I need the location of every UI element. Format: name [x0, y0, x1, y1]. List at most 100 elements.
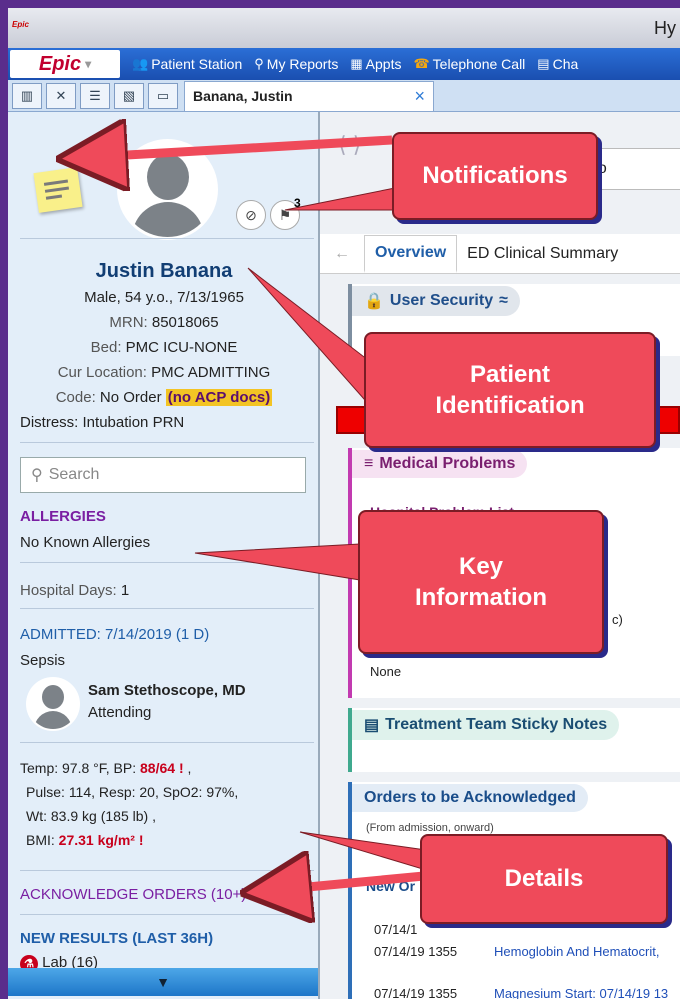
- sidebar-search-input[interactable]: ⚲ Search: [20, 457, 306, 493]
- resp-value: 20: [139, 784, 155, 800]
- orders-header[interactable]: Orders to be Acknowledged: [352, 784, 588, 812]
- list-icon[interactable]: ☰: [80, 82, 110, 109]
- order-time: 07/14/19 1355: [374, 944, 458, 959]
- menu-appts[interactable]: ▦ Appts: [350, 56, 401, 72]
- nav-arrows[interactable]: ⟨ ⟩: [338, 132, 361, 158]
- menu-chart[interactable]: ▤ Cha: [537, 56, 578, 72]
- spo2-value: 97%: [206, 784, 235, 800]
- callout-notifications: Notifications: [392, 132, 598, 220]
- epic-menu-label: Epic: [38, 52, 82, 75]
- patient-avatar[interactable]: [120, 142, 215, 237]
- menu-patient-station[interactable]: 👥 Patient Station: [132, 56, 242, 72]
- allergies-header[interactable]: ALLERGIES: [20, 508, 106, 525]
- orders-icon[interactable]: ▧: [114, 82, 144, 109]
- callout-label: Details: [504, 865, 584, 893]
- patient-tab[interactable]: Banana, Justin ×: [184, 80, 434, 111]
- treatment-team-card: ▤ Treatment Team Sticky Notes: [348, 708, 680, 772]
- medical-problems-header[interactable]: ≡ Medical Problems: [352, 450, 528, 478]
- user-security-header[interactable]: 🔒 User Security ≈: [352, 286, 520, 316]
- tab-overview[interactable]: Overview: [364, 234, 458, 273]
- orders-subtitle: (From admission, onward): [366, 822, 494, 834]
- window-title: Hy: [654, 18, 676, 38]
- menu-label: Appts: [365, 56, 402, 72]
- sticky-note-icon[interactable]: [33, 167, 83, 213]
- close-icon[interactable]: ×: [414, 86, 425, 107]
- menu-my-reports[interactable]: ⚲ My Reports: [254, 56, 338, 72]
- hospital-days: Hospital Days: 1: [20, 582, 129, 599]
- no-photo-icon[interactable]: ⊘: [236, 200, 266, 230]
- bed-label: Bed:: [90, 339, 122, 356]
- menu-label: Patient Station: [151, 56, 243, 72]
- vitals-line-4: BMI: 27.31 kg/m² !: [26, 832, 144, 848]
- wt-label: Wt:: [26, 808, 47, 824]
- subtab-bar: ← Overview ED Clinical Summary: [320, 234, 680, 274]
- code-line: Code: No Order (no ACP docs): [8, 389, 320, 406]
- new-results-header[interactable]: NEW RESULTS (LAST 36H): [20, 930, 213, 947]
- hospital-days-value: 1: [120, 582, 130, 599]
- allergies-value: No Known Allergies: [20, 534, 151, 551]
- orders-title: Orders to be Acknowledged: [364, 789, 576, 806]
- epic-menu-button[interactable]: Epic ▾: [10, 50, 120, 78]
- order-link[interactable]: Hemoglobin And Hematocrit,: [494, 944, 659, 959]
- flowsheet-icon[interactable]: ✕: [46, 82, 76, 109]
- problem-fragment: c): [612, 612, 623, 627]
- order-time: 07/14/19 1355: [374, 986, 458, 999]
- mrn-line: MRN: 85018065: [8, 314, 320, 331]
- treatment-team-title: Treatment Team Sticky Notes: [385, 716, 608, 733]
- menu-label: Telephone Call: [432, 56, 526, 72]
- menu-telephone-call[interactable]: ☎ Telephone Call: [413, 56, 525, 72]
- spo2-label: SpO2:: [162, 784, 203, 800]
- bmi-value: 27.31 kg/m²: [58, 832, 135, 848]
- acp-badge[interactable]: (no ACP docs): [165, 389, 273, 406]
- problem-list-icon: ≡: [364, 455, 374, 472]
- patient-station-icon: 👥: [132, 56, 149, 71]
- callout-details: Details: [420, 834, 668, 924]
- order-link[interactable]: Magnesium Start: 07/14/19 13: [494, 986, 668, 999]
- admit-reason: Sepsis: [20, 652, 66, 669]
- sidebar-scroll-down[interactable]: ▼: [8, 968, 318, 996]
- new-orders-header[interactable]: New Or: [366, 878, 415, 894]
- chart-review-icon[interactable]: ▥: [12, 82, 42, 109]
- callout-label: Notifications: [422, 162, 568, 190]
- tab-ed-clinical-summary[interactable]: ED Clinical Summary: [457, 237, 628, 271]
- storyboard-sidebar: ⊘ ⚑ 3 Justin Banana Male, 54 y.o., 7/13/…: [8, 112, 320, 999]
- chart-icon: ▤: [537, 56, 550, 71]
- code-label: Code:: [55, 389, 96, 406]
- temp-label: Temp:: [20, 760, 59, 776]
- callout-key-information: Key Information: [358, 510, 604, 654]
- admitted-header[interactable]: ADMITTED: 7/14/2019 (1 D): [20, 626, 209, 643]
- vitals-line-1: Temp: 97.8 °F, BP: 88/64 ! ,: [20, 760, 192, 776]
- provider-role: Attending: [88, 704, 152, 721]
- alert-icon: !: [178, 760, 184, 776]
- provider-name[interactable]: Sam Stethoscope, MD: [88, 682, 246, 699]
- bed-value: PMC ICU-NONE: [125, 339, 238, 356]
- pulse-value: 114: [68, 784, 92, 800]
- patient-tab-label: Banana, Justin: [193, 88, 293, 104]
- acknowledge-orders-link[interactable]: ACKNOWLEDGE ORDERS (10+): [20, 886, 246, 903]
- treatment-team-header[interactable]: ▤ Treatment Team Sticky Notes: [352, 710, 620, 740]
- callout-label: Information: [415, 584, 547, 611]
- resp-label: Resp:: [98, 784, 136, 800]
- menu-label: Cha: [552, 56, 579, 72]
- search-icon: ⚲: [254, 56, 264, 71]
- medical-problems-title: Medical Problems: [379, 455, 516, 472]
- code-value: No Order: [99, 389, 162, 406]
- distress-value: Intubation PRN: [82, 414, 185, 431]
- phone-icon: ☎: [413, 56, 430, 71]
- callout-patient-identification: Patient Identification: [364, 332, 656, 448]
- sticky-notes-icon: ▤: [364, 717, 380, 734]
- callout-label: Patient: [469, 360, 550, 388]
- wt-value: 83.9 kg: [50, 808, 97, 824]
- wt-lb-value: (185 lb): [100, 808, 149, 824]
- mrn-value: 85018065: [151, 314, 219, 331]
- collapse-icon: ≈: [499, 292, 508, 309]
- search-placeholder: Search: [48, 466, 100, 483]
- back-arrow-icon[interactable]: ←: [320, 245, 364, 263]
- bp-label: BP:: [113, 760, 137, 776]
- temp-value: 97.8 °F: [62, 760, 106, 776]
- callout-label: Key: [458, 552, 504, 580]
- patient-name[interactable]: Justin Banana: [8, 260, 320, 283]
- epic-logo-icon: Epic: [12, 20, 29, 29]
- chevron-down-icon: ▾: [85, 57, 92, 71]
- chat-icon[interactable]: ▭: [148, 82, 178, 109]
